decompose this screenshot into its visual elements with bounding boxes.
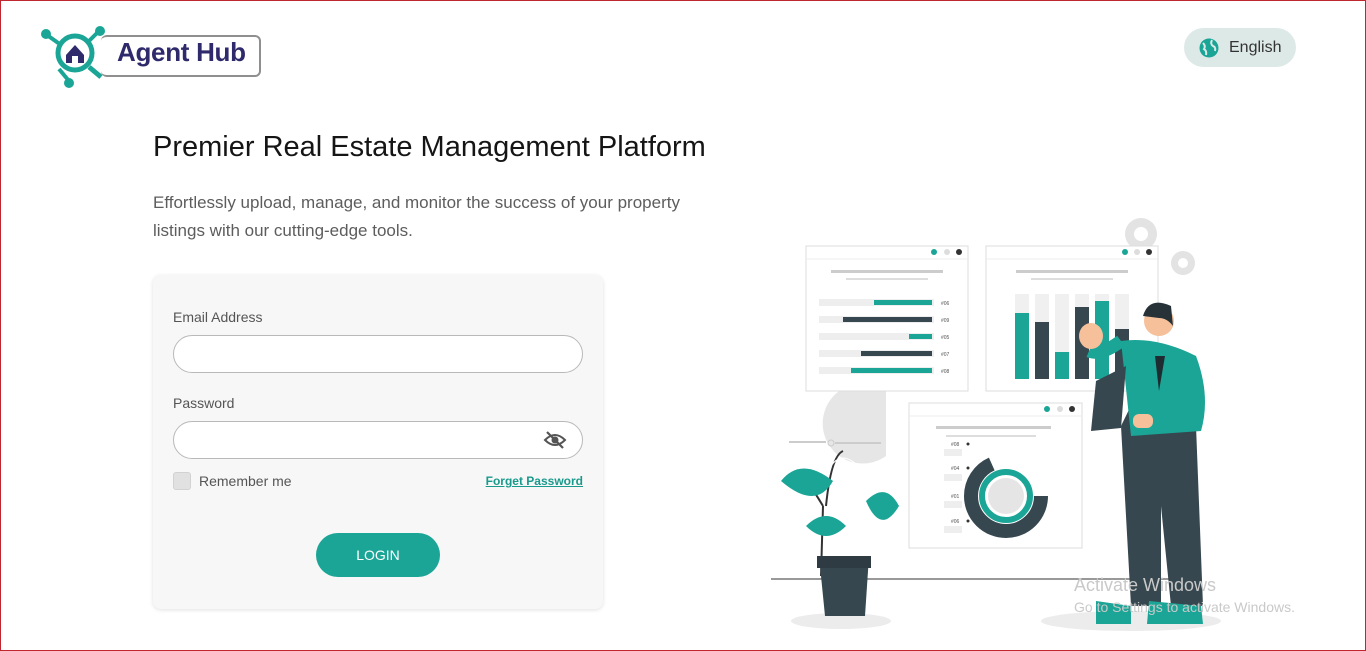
house-network-icon [41, 26, 105, 88]
background-pie [822, 383, 886, 464]
brand-name: Agent Hub [117, 37, 246, 67]
plant-illustration [781, 450, 899, 616]
analytics-illustration: #06 #09 #05 #07 #08 #08 #04 #01 #06 [771, 218, 1221, 631]
donut-label: #04 [951, 466, 960, 472]
email-label: Email Address [173, 309, 263, 325]
eye-slash-icon[interactable] [543, 430, 567, 450]
bar-label: #09 [941, 318, 950, 324]
donut-label: #01 [951, 494, 960, 500]
bar-label: #08 [941, 369, 950, 375]
bar-label: #06 [941, 301, 950, 307]
page-title: Premier Real Estate Management Platform [153, 131, 706, 163]
password-label: Password [173, 395, 235, 411]
login-form: Email Address Password Remember me Forge… [153, 275, 603, 609]
page-subtitle: Effortlessly upload, manage, and monitor… [153, 193, 680, 240]
bar-label: #07 [941, 352, 950, 358]
language-selector[interactable]: English [1184, 28, 1296, 67]
activation-watermark-text: Go to Settings to activate Windows. [1074, 599, 1295, 615]
email-field[interactable] [173, 335, 583, 373]
horizontal-bar-card: #06 #09 #05 #07 #08 [805, 245, 969, 392]
globe-icon [1199, 38, 1219, 57]
password-field[interactable] [173, 421, 583, 459]
bar-label: #05 [941, 335, 950, 341]
activation-watermark-title: Activate Windows [1074, 575, 1217, 595]
remember-me-label: Remember me [199, 473, 292, 489]
donut-label: #06 [951, 519, 960, 525]
language-label: English [1229, 38, 1282, 56]
forgot-password-link[interactable]: Forget Password [486, 474, 583, 488]
donut-chart-card: #08 #04 #01 #06 [908, 402, 1083, 549]
login-button[interactable]: LOGIN [316, 533, 440, 577]
brand-logo[interactable]: Agent Hub [39, 25, 263, 91]
donut-label: #08 [951, 442, 960, 448]
remember-me-checkbox[interactable] [173, 472, 191, 490]
